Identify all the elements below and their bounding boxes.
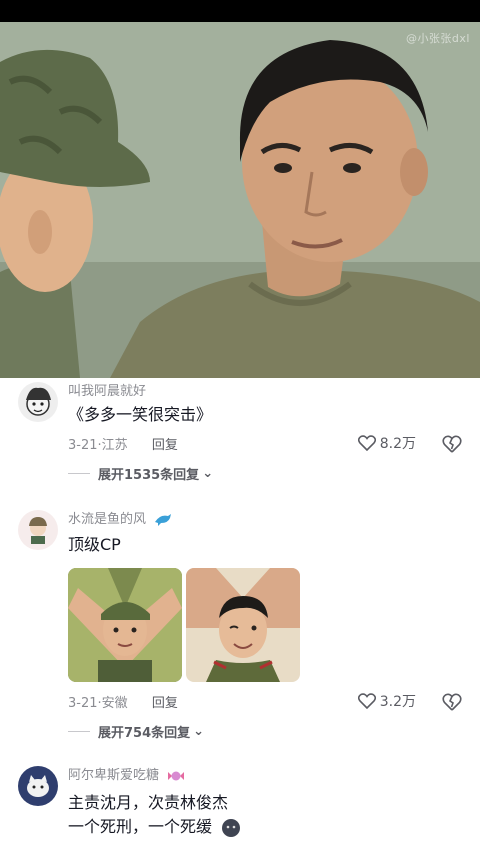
broken-heart-icon[interactable] xyxy=(442,434,462,454)
comment-location: 安徽 xyxy=(101,696,128,711)
comment-meta: 3-21·安徽 回复 xyxy=(68,696,178,711)
comment-image[interactable] xyxy=(68,568,182,682)
comment-item: 阿尔卑斯爱吃糖 主责沈月，次责林俊杰 一个死刑，一个死缓 xyxy=(0,762,480,853)
expand-replies-label: 展开754条回复 xyxy=(98,726,191,741)
comment-item: 水流是鱼的风 顶级CP 3-21·安徽 回复 3.2万 展开754条回复 ⌄ xyxy=(0,506,480,746)
comment-item: 叫我阿晨就好 《多多一笑很突击》 3-21·江苏 回复 8.2万 展开1535条… xyxy=(0,378,480,498)
comment-username[interactable]: 阿尔卑斯爱吃糖 xyxy=(68,764,185,783)
comment-text-line: 主责沈月，次责林俊杰 xyxy=(68,793,229,812)
comment-text: 《多多一笑很突击》 xyxy=(68,405,213,424)
comment-meta: 3-21·江苏 回复 xyxy=(68,438,178,453)
status-bar xyxy=(0,0,480,22)
avatar[interactable] xyxy=(18,766,58,806)
comment-image[interactable] xyxy=(186,568,300,682)
comment-text: 顶级CP xyxy=(68,535,121,554)
avatar[interactable] xyxy=(18,510,58,550)
dark-face-emoji-icon xyxy=(222,818,241,837)
expand-replies-button[interactable]: 展开754条回复 ⌄ xyxy=(68,722,204,741)
video-player[interactable]: @小张张dxl xyxy=(0,22,480,378)
candy-emoji-icon xyxy=(168,771,185,780)
reply-button[interactable]: 回复 xyxy=(152,696,178,711)
comment-date: 3-21 xyxy=(68,438,98,453)
like-count: 3.2万 xyxy=(379,694,416,710)
video-watermark: @小张张dxl xyxy=(405,32,470,45)
broken-heart-icon[interactable] xyxy=(442,692,462,712)
comment-location: 江苏 xyxy=(101,438,128,453)
expand-replies-button[interactable]: 展开1535条回复 ⌄ xyxy=(68,464,213,483)
comment-username[interactable]: 水流是鱼的风 xyxy=(68,508,172,527)
heart-icon xyxy=(357,435,376,451)
reply-button[interactable]: 回复 xyxy=(152,438,178,453)
comment-date: 3-21 xyxy=(68,696,98,711)
like-button[interactable]: 3.2万 xyxy=(357,691,416,711)
dolphin-emoji-icon xyxy=(155,513,172,526)
like-count: 8.2万 xyxy=(379,436,416,452)
chevron-down-icon: ⌄ xyxy=(202,466,214,481)
comment-text: 主责沈月，次责林俊杰 一个死刑，一个死缓 xyxy=(68,791,241,839)
comment-text-line: 一个死刑，一个死缓 xyxy=(68,815,241,839)
video-frame-illustration xyxy=(0,22,480,378)
chevron-down-icon: ⌄ xyxy=(193,724,205,739)
like-button[interactable]: 8.2万 xyxy=(357,433,416,453)
heart-icon xyxy=(357,693,376,709)
comment-username[interactable]: 叫我阿晨就好 xyxy=(68,380,146,399)
avatar[interactable] xyxy=(18,382,58,422)
expand-replies-label: 展开1535条回复 xyxy=(98,468,200,483)
